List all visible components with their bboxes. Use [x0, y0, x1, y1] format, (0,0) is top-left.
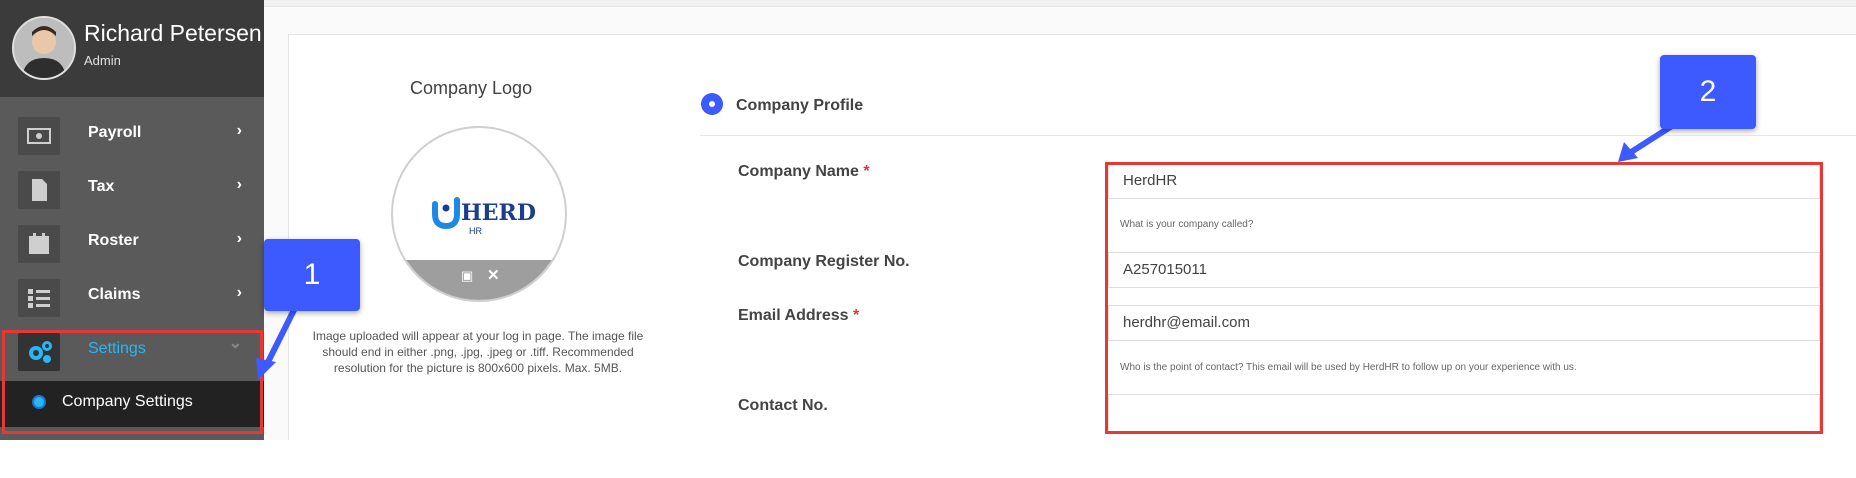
callout-badge-1: 1	[264, 239, 360, 311]
arrow-2	[1626, 123, 1674, 157]
callout-arrows	[256, 123, 1674, 380]
arrow-1	[263, 300, 301, 368]
arrow-1-head	[256, 358, 276, 380]
app-window: Richard Petersen Admin Payroll › Tax › R…	[0, 0, 1856, 440]
callout-badge-2: 2	[1660, 55, 1756, 129]
